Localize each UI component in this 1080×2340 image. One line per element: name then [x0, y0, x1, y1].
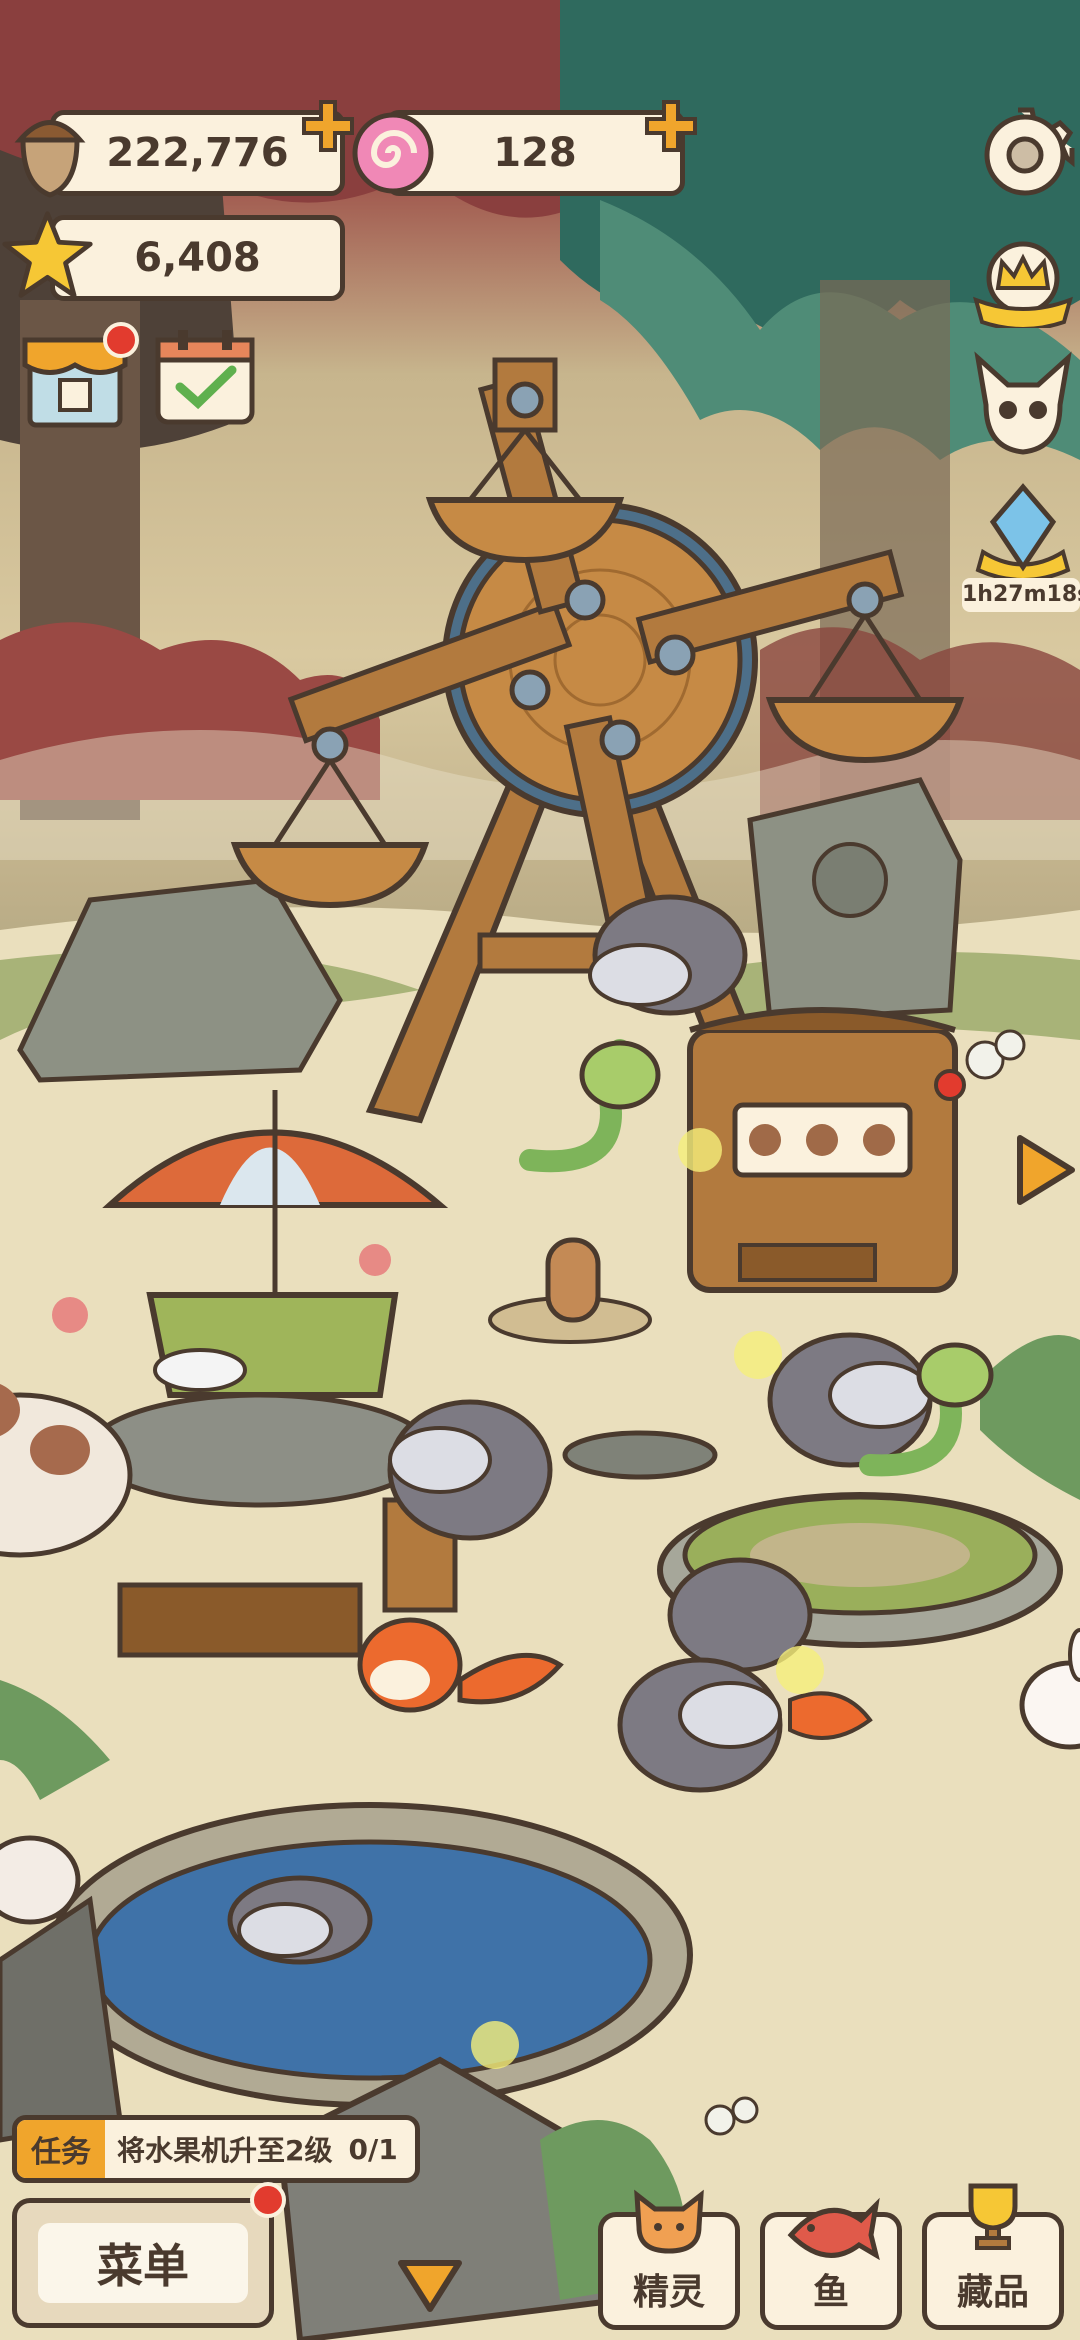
settings-gear-icon[interactable] [975, 105, 1075, 205]
add-candy-button[interactable] [643, 98, 699, 154]
star-icon [2, 211, 93, 298]
coin-bubble[interactable] [471, 2021, 519, 2069]
donkey-on-wheel[interactable] [588, 894, 748, 1016]
coin-bubble[interactable] [678, 1128, 722, 1172]
trophy-icon [968, 2183, 1018, 2250]
reward-timer: 1h27m18s [962, 578, 1080, 612]
daily-checklist-icon[interactable] [150, 325, 260, 430]
slot-machine[interactable] [687, 1007, 966, 1293]
coin-bubble[interactable] [734, 1331, 782, 1379]
quest-tag: 任务 [17, 2120, 105, 2178]
tab-spirits-label: 精灵 [632, 2272, 705, 2313]
tab-fish-label: 鱼 [812, 2272, 849, 2313]
collapse-down-arrow-icon[interactable] [395, 2255, 465, 2315]
candy-icon [352, 112, 434, 194]
menu-button-face: 菜单 [38, 2223, 248, 2303]
shop-notification-badge [103, 322, 139, 358]
pond-water [87, 1839, 653, 2081]
sheep-edge[interactable] [0, 1835, 81, 1925]
crown-ranking-icon[interactable] [968, 238, 1078, 328]
acorn-count: 222,776 [106, 130, 289, 176]
donkey-right[interactable] [767, 1332, 933, 1468]
game-screen: 222,776 128 6,408 1h27m18s 任务 将水果机升至2级 0… [0, 0, 1080, 2340]
menu-button[interactable]: 菜单 [12, 2198, 274, 2328]
tab-collection-label: 藏品 [956, 2272, 1029, 2313]
cat-face-icon [634, 2189, 704, 2254]
menu-notification-badge [250, 2182, 286, 2218]
star-count: 6,408 [134, 235, 261, 281]
crystal-reward-icon[interactable] [968, 482, 1078, 582]
donkey-middle[interactable] [387, 1399, 553, 1541]
quest-progress: 0/1 [348, 2132, 398, 2166]
quest-bar[interactable]: 任务 将水果机升至2级 0/1 [12, 2115, 420, 2183]
coin-bubble[interactable] [776, 1646, 824, 1694]
menu-button-label: 菜单 [97, 2239, 189, 2293]
quest-text: 将水果机升至2级 [117, 2134, 333, 2167]
scroll-right-arrow-icon[interactable] [1010, 1130, 1080, 1210]
fish-icon [787, 2197, 880, 2260]
donkey-swimming[interactable] [227, 1875, 373, 1965]
spirit-mask-icon[interactable] [968, 350, 1078, 460]
candy-count: 128 [493, 130, 577, 176]
acorn-icon [14, 120, 86, 198]
